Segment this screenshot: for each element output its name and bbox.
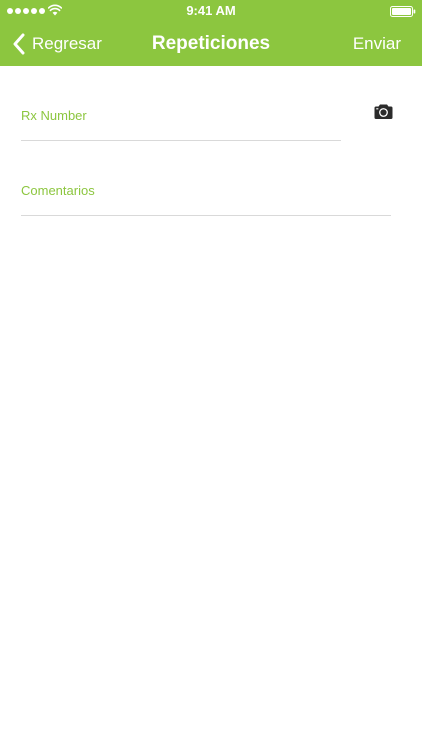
- chevron-left-icon: [13, 33, 25, 55]
- rx-number-underline: [21, 140, 341, 141]
- back-button[interactable]: Regresar: [12, 22, 102, 66]
- header: 9:41 AM Regresar Repeticiones Enviar: [0, 0, 422, 66]
- rx-number-field[interactable]: Rx Number: [21, 108, 341, 142]
- app-screen: 9:41 AM Regresar Repeticiones Enviar Rx …: [0, 0, 422, 750]
- comments-input[interactable]: [21, 183, 391, 213]
- rx-number-input[interactable]: [21, 108, 341, 138]
- status-time: 9:41 AM: [186, 3, 236, 18]
- nav-bar: Regresar Repeticiones Enviar: [0, 22, 422, 66]
- comments-field[interactable]: Comentarios: [21, 183, 391, 217]
- back-button-label: Regresar: [32, 34, 102, 53]
- send-button[interactable]: Enviar: [353, 22, 401, 66]
- status-bar: 9:41 AM: [0, 0, 422, 22]
- comments-underline: [21, 215, 391, 216]
- camera-icon[interactable]: [374, 103, 393, 120]
- battery-icon: [390, 6, 416, 17]
